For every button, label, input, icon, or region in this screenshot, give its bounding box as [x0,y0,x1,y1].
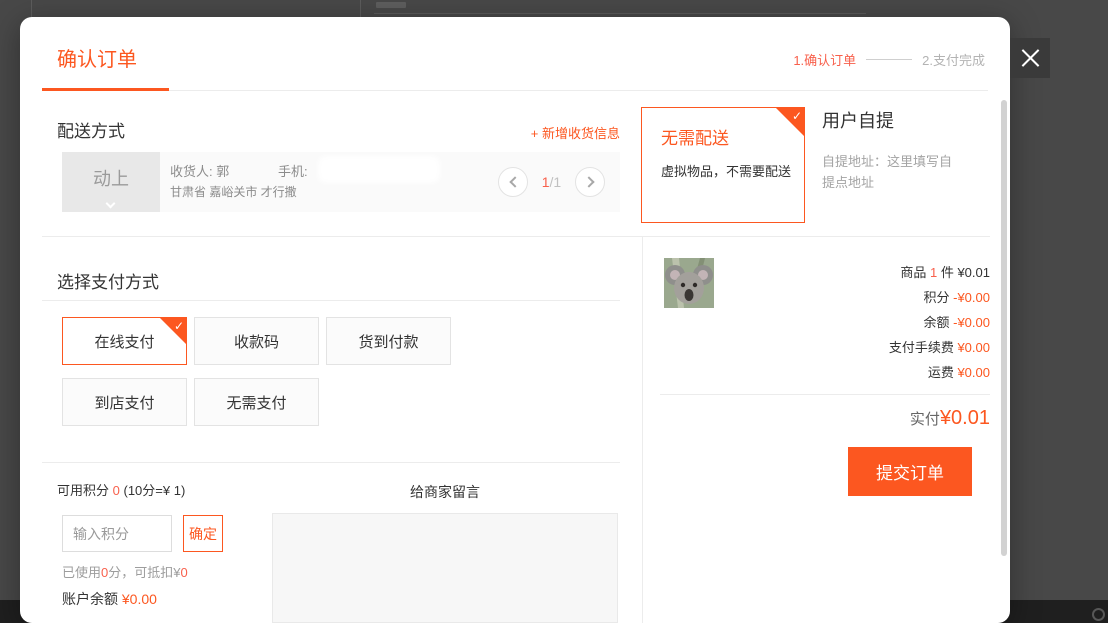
option-description: 自提地址：这里填写自提点地址 [822,151,956,193]
add-address-link[interactable]: + 新增收货信息 [42,123,620,142]
merchant-message-textarea[interactable] [272,513,618,623]
chevron-down-icon [106,199,116,209]
total-label: 实付 [910,411,940,428]
submit-order-button[interactable]: 提交订单 [848,447,972,496]
receiver-name: 收货人: 郭 [170,161,229,180]
address-pager: 1/1 [498,167,605,197]
close-button[interactable] [1010,38,1050,78]
prev-address-button[interactable] [498,167,528,197]
background-divider [374,13,866,14]
address-region: 甘肃省 嘉峪关市 才行撒 [170,183,297,200]
step-connector [866,59,912,60]
background-text-remnant [376,2,406,8]
background-floating-button [1092,608,1105,621]
total-value: ¥0.01 [940,407,990,429]
delivery-option-no-shipping[interactable]: ✓ 无需配送 虚拟物品，不需要配送 [641,107,805,223]
next-address-button[interactable] [575,167,605,197]
address-tag-label: 动上 [93,169,129,189]
points-input[interactable] [62,515,172,552]
active-tab-underline [42,88,169,91]
payment-heading-divider [42,300,620,301]
total-row: 实付¥0.01 [660,407,990,430]
points-confirm-button[interactable]: 确定 [183,515,223,552]
payment-method-label: 无需支付 [226,392,286,413]
payment-method-online[interactable]: ✓ 在线支付 [62,317,187,365]
step-payment-complete: 2.支付完成 [922,50,985,69]
payment-method-label: 在线支付 [94,331,154,352]
option-title: 用户自提 [822,107,972,133]
chevron-left-icon [509,176,520,187]
payment-method-label: 到店支付 [94,392,154,413]
modal-scrollbar[interactable] [1001,100,1007,556]
payment-method-none[interactable]: 无需支付 [194,378,319,426]
chevron-right-icon [583,176,594,187]
points-usage-note: 已使用0分，可抵扣¥0 [62,562,188,581]
payment-method-label: 货到付款 [358,331,418,352]
checkout-steps: 1.确认订单 2.支付完成 [793,50,985,69]
phone-number-redacted [318,156,440,183]
payment-method-cod[interactable]: 货到付款 [326,317,451,365]
check-icon: ✓ [174,319,184,333]
header-divider [42,90,988,91]
address-page-indicator: 1/1 [528,174,575,190]
page-title: 确认订单 [57,43,137,72]
check-icon: ✓ [792,109,802,123]
account-balance: 账户余额 ¥0.00 [62,589,157,609]
fee-row-shipping: 运费 ¥0.00 [660,360,990,385]
payment-section-heading: 选择支付方式 [57,268,159,293]
available-points-label: 可用积分 0 (10分=¥ 1) [57,480,185,499]
order-confirm-modal: 确认订单 1.确认订单 2.支付完成 配送方式 + 新增收货信息 动上 收货人:… [20,17,1010,623]
fee-row-points: 积分 -¥0.00 [660,285,990,310]
merchant-message-label: 给商家留言 [272,482,618,502]
points-section-divider [42,462,620,463]
fee-row-balance: 余额 -¥0.00 [660,310,990,335]
option-description: 虚拟物品，不需要配送 [661,161,791,180]
background-divider [360,0,361,17]
section-divider [42,236,990,237]
summary-divider [660,394,990,395]
fee-row-service: 支付手续费 ¥0.00 [660,335,990,360]
phone-label: 手机: [278,161,308,180]
column-divider [642,236,643,623]
background-divider [31,0,32,17]
fee-row-item: 商品 1 件 ¥0.01 [660,260,990,285]
address-tag-dropdown[interactable]: 动上 [62,152,160,212]
delivery-option-pickup[interactable]: 用户自提 自提地址：这里填写自提点地址 [822,107,972,193]
payment-method-qr[interactable]: 收款码 [194,317,319,365]
step-confirm-order: 1.确认订单 [793,50,856,69]
order-fee-lines: 商品 1 件 ¥0.01 积分 -¥0.00 余额 -¥0.00 支付手续费 ¥… [660,260,990,385]
payment-method-label: 收款码 [234,331,279,352]
option-title: 无需配送 [661,124,729,149]
payment-method-instore[interactable]: 到店支付 [62,378,187,426]
submit-order-label: 提交订单 [876,459,944,484]
address-card[interactable]: 动上 收货人: 郭 手机: 甘肃省 嘉峪关市 才行撒 1/1 [62,152,620,212]
